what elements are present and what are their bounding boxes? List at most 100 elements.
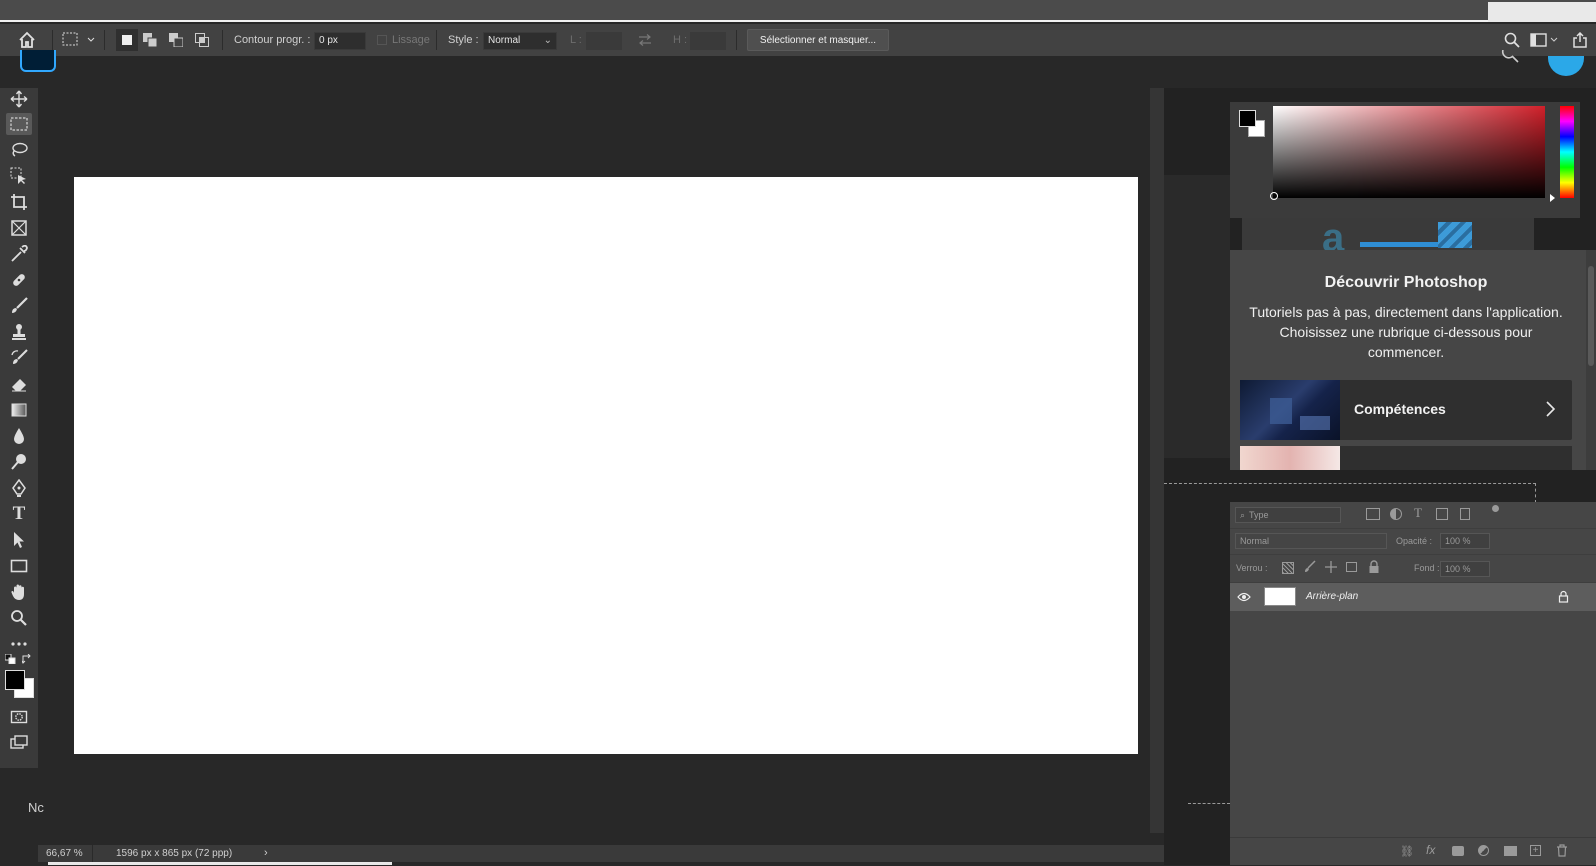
- frame-tool-icon[interactable]: [6, 217, 32, 239]
- group-folder-icon[interactable]: [1504, 846, 1517, 856]
- search-icon-behind: [1500, 50, 1520, 66]
- canvas-scrollbar[interactable]: [1150, 88, 1164, 833]
- object-selection-tool-icon[interactable]: [6, 165, 32, 187]
- avatar[interactable]: [1548, 56, 1584, 76]
- tutorial-banner: a: [1242, 218, 1534, 250]
- blend-mode-select[interactable]: Normal: [1235, 533, 1387, 549]
- lock-all-icon[interactable]: [1368, 560, 1380, 574]
- panel-foreground-swatch[interactable]: [1239, 110, 1256, 127]
- link-layers-icon[interactable]: ⛓: [1400, 845, 1414, 858]
- lock-transparent-icon[interactable]: [1282, 562, 1294, 574]
- opacity-input[interactable]: 100 %: [1440, 533, 1490, 549]
- feather-label: Contour progr. :: [234, 34, 311, 46]
- move-tool-icon[interactable]: [6, 88, 32, 110]
- trash-icon[interactable]: [1556, 844, 1568, 857]
- type-tool-icon[interactable]: T: [6, 503, 32, 525]
- brush-tool-icon[interactable]: [6, 295, 32, 317]
- style-label: Style :: [448, 34, 479, 46]
- skills-card[interactable]: Compétences: [1240, 380, 1572, 440]
- add-selection-button[interactable]: [143, 33, 157, 47]
- zoom-level[interactable]: 66,67 %: [46, 848, 83, 859]
- select-and-mask-button[interactable]: Sélectionner et masquer...: [747, 29, 889, 51]
- search-icon: ⌕: [1240, 510, 1246, 520]
- dashed-guide: [1164, 483, 1536, 485]
- swap-dimensions-icon[interactable]: [637, 24, 653, 56]
- layer-filter-select[interactable]: ⌕ Type: [1235, 507, 1341, 523]
- tools-panel: T: [0, 88, 38, 768]
- screen-mode-icon[interactable]: [6, 732, 32, 754]
- stamp-tool-icon[interactable]: [6, 321, 32, 343]
- foreground-color-swatch[interactable]: [5, 670, 25, 690]
- top-strip: [0, 0, 1596, 22]
- layer-name[interactable]: Arrière-plan: [1306, 591, 1358, 602]
- gradient-tool-icon[interactable]: [6, 399, 32, 421]
- fill-input[interactable]: 100 %: [1440, 561, 1490, 577]
- eyedropper-tool-icon[interactable]: [6, 243, 32, 265]
- top-divider: [0, 20, 1488, 22]
- rect-marquee-tool-icon[interactable]: [6, 113, 32, 135]
- zoom-tool-icon[interactable]: [6, 607, 32, 629]
- more-tools-icon[interactable]: [6, 633, 32, 655]
- type-filter-icon[interactable]: T: [1414, 505, 1422, 521]
- history-brush-tool-icon[interactable]: [6, 347, 32, 369]
- hand-tool-icon[interactable]: [6, 581, 32, 603]
- adjustment-layer-icon[interactable]: [1478, 845, 1489, 856]
- pen-tool-icon[interactable]: [6, 477, 32, 499]
- width-input[interactable]: [586, 32, 622, 50]
- dodge-tool-icon[interactable]: [6, 451, 32, 473]
- discover-panel: Découvrir Photoshop Tutoriels pas à pas,…: [1230, 250, 1596, 470]
- share-icon[interactable]: [1572, 24, 1588, 56]
- color-picker-handle[interactable]: [1270, 192, 1278, 200]
- behind-window-label: Nc: [28, 800, 44, 815]
- status-bar: 66,67 % 1596 px x 865 px (72 ppp) ›: [38, 845, 1164, 862]
- lock-pixels-icon[interactable]: [1304, 560, 1316, 574]
- new-layer-icon[interactable]: +: [1530, 845, 1541, 856]
- next-card[interactable]: [1240, 446, 1572, 470]
- blur-tool-icon[interactable]: [6, 425, 32, 447]
- fill-label: Fond :: [1414, 563, 1440, 573]
- filter-toggle-icon[interactable]: [1492, 505, 1499, 512]
- default-colors-icon[interactable]: [5, 654, 16, 664]
- lasso-tool-icon[interactable]: [6, 139, 32, 161]
- fx-icon[interactable]: fx: [1426, 843, 1435, 857]
- eye-icon[interactable]: [1237, 592, 1251, 602]
- saturation-field[interactable]: [1270, 106, 1545, 200]
- document-info: 1596 px x 865 px (72 ppp): [116, 848, 233, 859]
- eraser-tool-icon[interactable]: [6, 373, 32, 395]
- chevron-right-icon[interactable]: ›: [264, 847, 268, 859]
- width-label: L :: [570, 34, 582, 46]
- healing-brush-tool-icon[interactable]: [6, 269, 32, 291]
- checkbox-icon: [377, 35, 387, 45]
- new-selection-button[interactable]: [116, 29, 138, 51]
- image-filter-icon[interactable]: [1366, 508, 1380, 520]
- skills-thumbnail: [1240, 380, 1340, 440]
- layer-row[interactable]: Arrière-plan: [1230, 583, 1596, 611]
- subtract-selection-button[interactable]: [169, 33, 183, 47]
- style-select[interactable]: Normal ⌄: [483, 32, 557, 50]
- lock-icon[interactable]: [1558, 590, 1569, 603]
- adjustment-filter-icon[interactable]: [1390, 508, 1402, 520]
- crop-tool-icon[interactable]: [6, 191, 32, 213]
- path-selection-tool-icon[interactable]: [6, 529, 32, 551]
- discover-scrollbar[interactable]: [1586, 250, 1596, 470]
- opacity-label: Opacité :: [1396, 536, 1433, 546]
- marquee-preset-icon[interactable]: [62, 24, 96, 56]
- quick-mask-icon[interactable]: [6, 706, 32, 728]
- lock-artboard-icon[interactable]: [1346, 562, 1357, 572]
- feather-input[interactable]: 0 px: [314, 32, 366, 50]
- workspace-icon[interactable]: [1530, 24, 1558, 56]
- height-input[interactable]: [690, 32, 726, 50]
- rectangle-tool-icon[interactable]: [6, 555, 32, 577]
- hue-slider-handle[interactable]: [1550, 194, 1555, 202]
- smart-object-filter-icon[interactable]: [1460, 508, 1470, 520]
- antialias-checkbox[interactable]: Lissage: [377, 24, 430, 56]
- document-canvas[interactable]: [74, 177, 1138, 754]
- window-thumbnail: [1488, 2, 1596, 22]
- lock-position-icon[interactable]: [1324, 560, 1338, 574]
- shape-filter-icon[interactable]: [1436, 508, 1448, 520]
- hue-slider[interactable]: [1560, 106, 1574, 198]
- chevron-right-icon: [1544, 400, 1556, 418]
- add-mask-icon[interactable]: [1452, 846, 1464, 856]
- intersect-selection-button[interactable]: [195, 33, 209, 47]
- swap-colors-icon[interactable]: [22, 654, 33, 664]
